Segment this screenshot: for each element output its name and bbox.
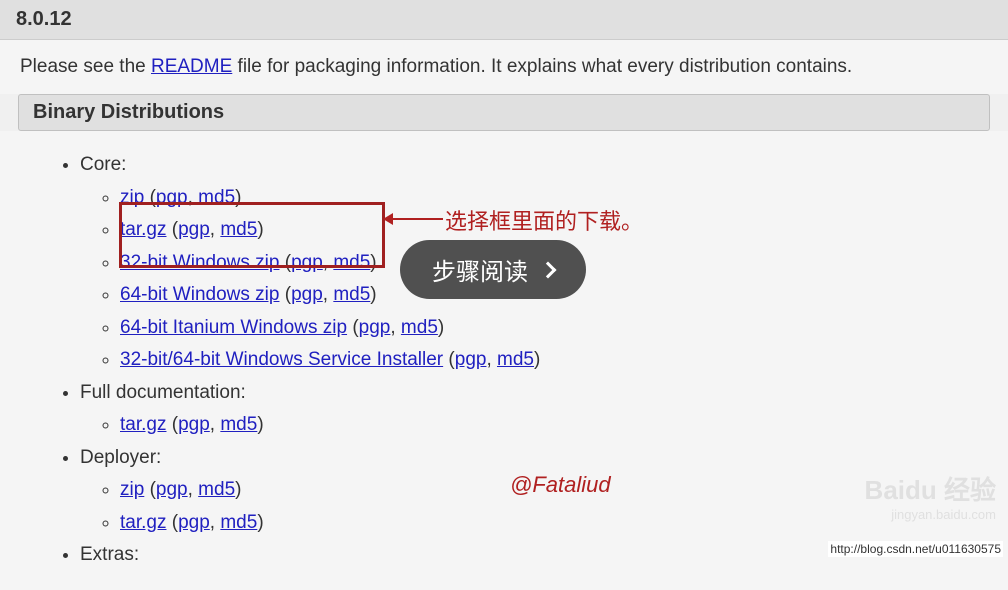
md5-link[interactable]: md5 — [497, 349, 534, 370]
pgp-link[interactable]: pgp — [156, 187, 188, 208]
md5-link[interactable]: md5 — [220, 512, 257, 533]
description-paragraph: Please see the README file for packaging… — [0, 40, 1008, 94]
arrow-line — [385, 218, 443, 220]
md5-link[interactable]: md5 — [220, 219, 257, 240]
version-header: 8.0.12 — [0, 0, 1008, 40]
author-watermark: @Fataliud — [510, 472, 611, 498]
md5-link[interactable]: md5 — [333, 252, 370, 273]
md5-link[interactable]: md5 — [198, 187, 235, 208]
list-item: tar.gz (pgp, md5) — [120, 411, 968, 440]
pgp-link[interactable]: pgp — [359, 317, 391, 338]
step-reading-badge[interactable]: 步骤阅读 — [400, 240, 586, 299]
download-win64[interactable]: 64-bit Windows zip — [120, 284, 279, 305]
source-url: http://blog.csdn.net/u011630575 — [828, 541, 1003, 557]
download-deployer-targz[interactable]: tar.gz — [120, 512, 166, 533]
md5-link[interactable]: md5 — [220, 414, 257, 435]
step-badge-label: 步骤阅读 — [432, 252, 528, 287]
download-itanium[interactable]: 64-bit Itanium Windows zip — [120, 317, 347, 338]
pgp-link[interactable]: pgp — [455, 349, 487, 370]
md5-link[interactable]: md5 — [333, 284, 370, 305]
md5-link[interactable]: md5 — [401, 317, 438, 338]
chevron-right-icon — [540, 261, 557, 278]
arrow-left-icon — [383, 213, 393, 225]
md5-link[interactable]: md5 — [198, 479, 235, 500]
distribution-list: Core: zip (pgp, md5) tar.gz (pgp, md5) 3… — [0, 131, 1008, 590]
pgp-link[interactable]: pgp — [291, 284, 323, 305]
annotation-text: 选择框里面的下载。 — [445, 204, 643, 236]
list-item: tar.gz (pgp, md5) — [120, 509, 968, 538]
baidu-watermark: Baidu 经验 jingyan.baidu.com — [865, 470, 996, 522]
fulldoc-category: Full documentation: tar.gz (pgp, md5) — [80, 379, 968, 440]
download-service-installer[interactable]: 32-bit/64-bit Windows Service Installer — [120, 349, 443, 370]
list-item: 64-bit Itanium Windows zip (pgp, md5) — [120, 314, 968, 343]
pgp-link[interactable]: pgp — [178, 512, 210, 533]
pgp-link[interactable]: pgp — [156, 479, 188, 500]
download-targz[interactable]: tar.gz — [120, 219, 166, 240]
pgp-link[interactable]: pgp — [291, 252, 323, 273]
readme-link[interactable]: README — [151, 56, 232, 77]
download-zip[interactable]: zip — [120, 187, 144, 208]
list-item: 32-bit/64-bit Windows Service Installer … — [120, 346, 968, 375]
download-win32[interactable]: 32-bit Windows zip — [120, 252, 279, 273]
section-header: Binary Distributions — [18, 94, 990, 131]
pgp-link[interactable]: pgp — [178, 414, 210, 435]
download-fulldoc-targz[interactable]: tar.gz — [120, 414, 166, 435]
pgp-link[interactable]: pgp — [178, 219, 210, 240]
download-deployer-zip[interactable]: zip — [120, 479, 144, 500]
version-text: 8.0.12 — [16, 8, 72, 30]
